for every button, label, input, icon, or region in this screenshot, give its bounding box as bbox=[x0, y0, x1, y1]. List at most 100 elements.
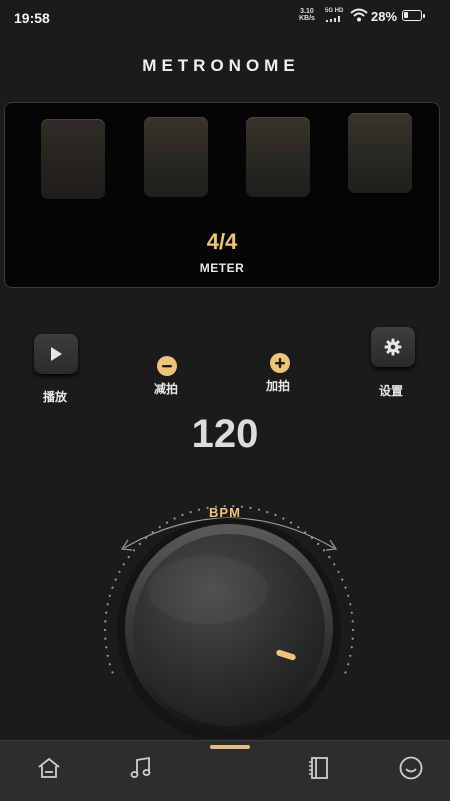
dial-tick bbox=[282, 517, 285, 520]
dial-tick bbox=[351, 628, 355, 632]
wifi-icon bbox=[350, 8, 368, 22]
dial-tick bbox=[349, 603, 352, 606]
dial-tick bbox=[103, 628, 107, 632]
net-speed-unit: KB/s bbox=[299, 15, 315, 22]
dial-tick bbox=[118, 570, 121, 573]
dial-tick bbox=[132, 549, 136, 552]
dial-tick bbox=[266, 511, 269, 514]
net-speed: 3.10 KB/s bbox=[299, 8, 315, 22]
music-note-icon bbox=[130, 756, 151, 778]
dial-tick bbox=[197, 508, 201, 511]
dial-tick bbox=[165, 521, 169, 524]
dial-tick bbox=[240, 505, 244, 508]
dial-tick bbox=[144, 536, 148, 539]
decrease-beat-button[interactable] bbox=[157, 356, 177, 376]
dial-tick bbox=[173, 517, 176, 520]
tempo-dial[interactable] bbox=[96, 498, 362, 738]
status-bar: 19:58 3.10 KB/s 5G HD 28% bbox=[0, 0, 450, 32]
gear-icon bbox=[384, 338, 402, 356]
dial-tick bbox=[347, 663, 350, 666]
page-title: METRONOME bbox=[142, 56, 300, 75]
dial-tick bbox=[341, 578, 344, 581]
tab-handle bbox=[210, 745, 250, 749]
tab-music[interactable] bbox=[126, 753, 156, 783]
home-icon bbox=[38, 757, 60, 778]
increase-beat-label: 加拍 bbox=[266, 379, 291, 393]
signal-icon: 5G HD bbox=[325, 8, 347, 25]
dial-tick bbox=[344, 671, 347, 674]
plus-icon bbox=[275, 358, 285, 368]
minus-icon bbox=[162, 365, 172, 368]
dial-tick bbox=[289, 521, 293, 524]
smile-icon bbox=[399, 756, 423, 780]
dial-tick bbox=[111, 671, 114, 674]
play-icon bbox=[51, 347, 62, 361]
dial-tick bbox=[349, 654, 352, 657]
dial-tick bbox=[328, 556, 331, 559]
play-label: 播放 bbox=[43, 390, 68, 404]
tab-profile[interactable] bbox=[396, 753, 426, 783]
dial-tick bbox=[310, 536, 314, 539]
dial-tick bbox=[333, 563, 336, 566]
settings-label: 设置 bbox=[379, 384, 404, 398]
dial-tick bbox=[214, 505, 218, 508]
bottom-tab-bar bbox=[0, 740, 450, 801]
dial-tick bbox=[350, 646, 353, 649]
dial-tick bbox=[274, 513, 277, 517]
dial-tick bbox=[114, 578, 117, 581]
tab-library[interactable] bbox=[304, 753, 334, 783]
dial-tick bbox=[351, 637, 354, 640]
dial-tick bbox=[351, 620, 354, 623]
settings-button[interactable] bbox=[371, 327, 415, 367]
net-speed-value: 3.10 bbox=[300, 8, 314, 15]
dial-tick bbox=[104, 620, 107, 623]
dial-tick bbox=[105, 646, 108, 649]
book-icon bbox=[309, 757, 328, 779]
knob-highlight bbox=[148, 556, 268, 624]
dial-tick bbox=[122, 563, 125, 566]
dial-tick bbox=[206, 506, 209, 509]
dial-tick bbox=[322, 549, 326, 552]
battery-icon bbox=[402, 10, 425, 21]
dial-tick bbox=[151, 531, 154, 534]
dial-tick bbox=[106, 603, 109, 606]
tab-home[interactable] bbox=[34, 753, 64, 783]
network-type: 5G HD bbox=[325, 8, 344, 14]
dial-tick bbox=[158, 526, 161, 529]
bpm-value: 120 bbox=[191, 412, 259, 456]
dial-tick bbox=[347, 594, 350, 597]
dial-tick bbox=[189, 511, 192, 514]
dial-tick bbox=[317, 542, 320, 545]
dial-tick bbox=[181, 513, 184, 517]
dial-tick bbox=[350, 611, 353, 614]
decrease-beat-label: 减拍 bbox=[154, 382, 179, 396]
dial-tick bbox=[105, 611, 108, 614]
beat-indicator-3 bbox=[246, 117, 310, 197]
dial-tick bbox=[138, 542, 141, 545]
battery-percent: 28% bbox=[371, 9, 398, 24]
beat-indicator-2 bbox=[144, 117, 208, 197]
dial-tick bbox=[108, 663, 111, 666]
dial-tick bbox=[104, 637, 107, 640]
dial-tick bbox=[108, 594, 111, 597]
play-button[interactable] bbox=[34, 334, 78, 374]
dial-tick bbox=[223, 505, 226, 508]
dial-tick bbox=[232, 505, 235, 508]
increase-beat-button[interactable] bbox=[270, 353, 290, 373]
dial-tick bbox=[344, 586, 347, 589]
meter-panel: 4/4 METER bbox=[4, 102, 440, 288]
dial-tick bbox=[297, 526, 300, 529]
dial-tick bbox=[127, 556, 130, 559]
dial-tick bbox=[249, 506, 252, 509]
meter-label: METER bbox=[199, 261, 245, 275]
dial-tick bbox=[111, 586, 114, 589]
dial-tick bbox=[257, 508, 261, 511]
dial-tick bbox=[304, 531, 307, 534]
beat-indicator-4 bbox=[348, 113, 412, 193]
signal-bars-icon bbox=[326, 16, 340, 22]
meter-value[interactable]: 4/4 bbox=[5, 229, 439, 255]
dial-tick bbox=[106, 654, 109, 657]
beat-indicator-1 bbox=[41, 119, 105, 199]
dial-tick bbox=[337, 570, 340, 573]
status-time: 19:58 bbox=[14, 10, 50, 26]
